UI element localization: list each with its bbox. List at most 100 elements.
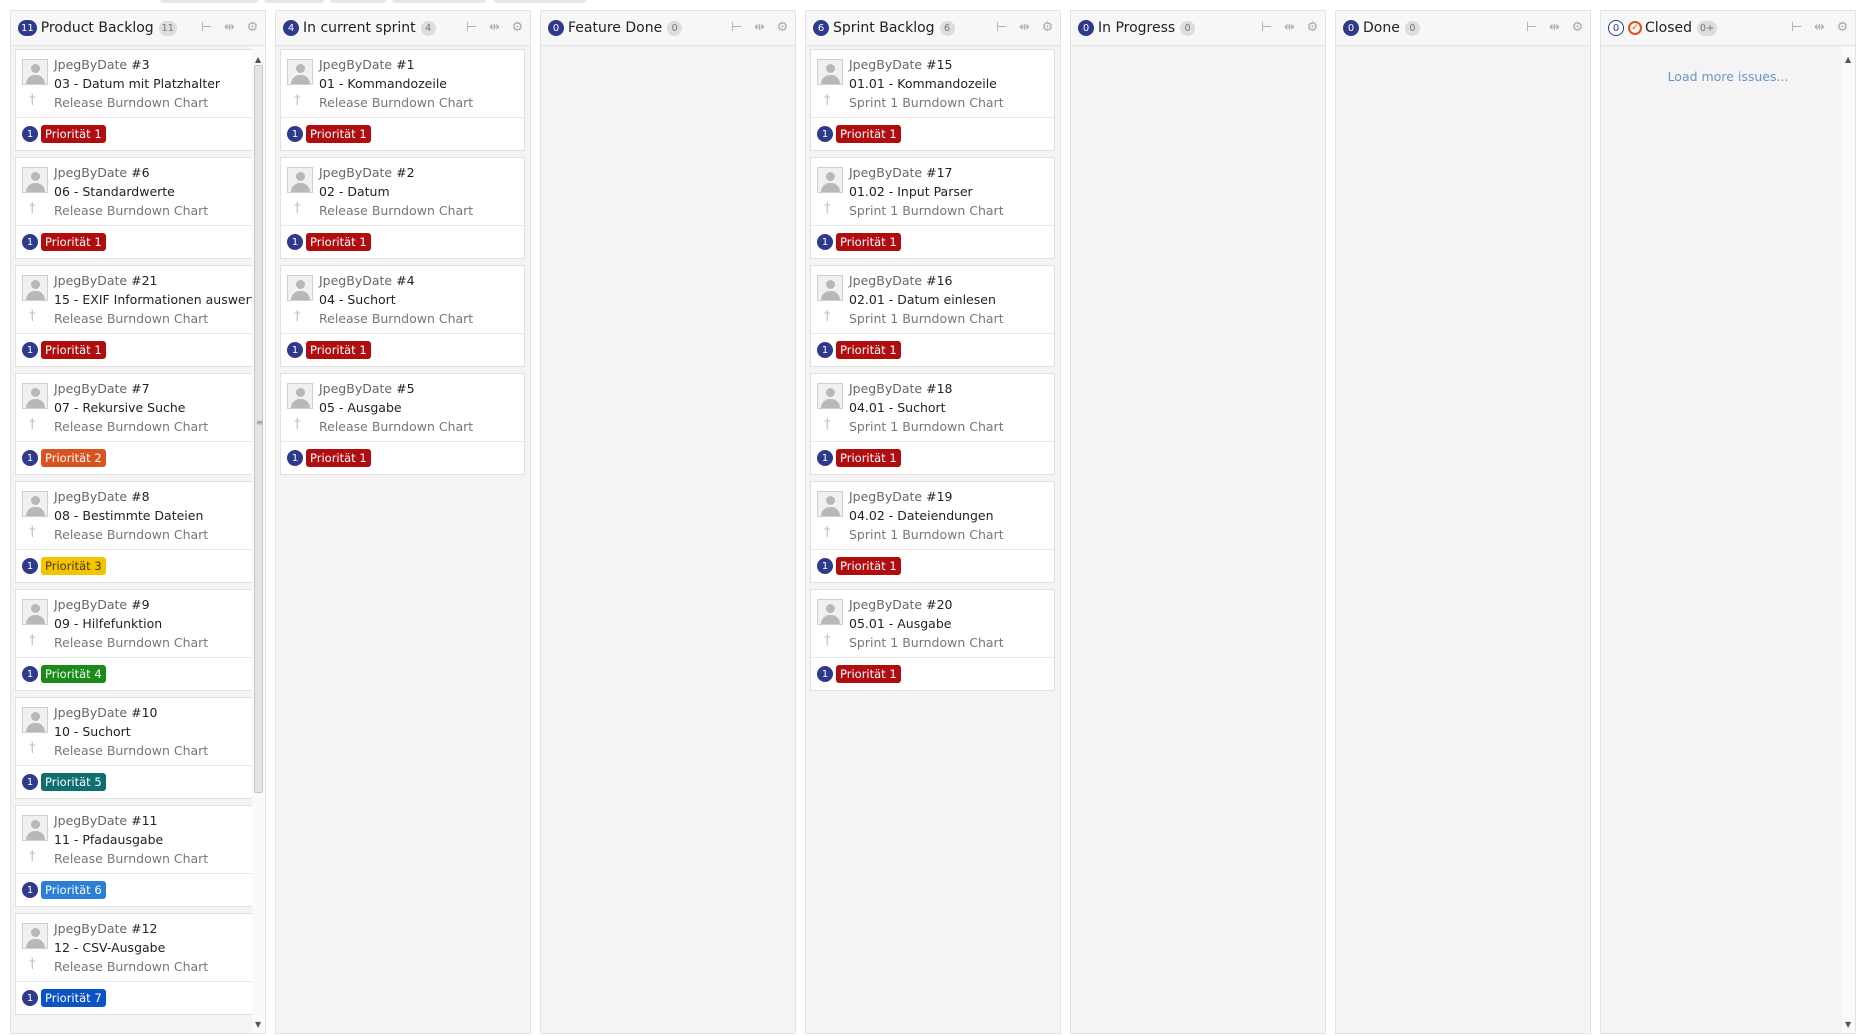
repo-name[interactable]: JpegByDate	[849, 273, 922, 288]
milestone[interactable]: Sprint 1 Burndown Chart	[849, 311, 1004, 326]
issue-card[interactable]: † JpegByDate #18 04.01 - Suchort Sprint 1 B…	[810, 373, 1055, 475]
issue-card[interactable]: † JpegByDate #3 03 - Datum mit Platzhalter…	[15, 49, 260, 151]
issue-card[interactable]: † JpegByDate #19 04.02 - Dateiendungen Spri…	[810, 481, 1055, 583]
issue-card[interactable]: † JpegByDate #4 04 - Suchort Release Burndo…	[280, 265, 525, 367]
issue-card[interactable]: † JpegByDate #12 12 - CSV-Ausgabe Release B…	[15, 913, 260, 1015]
milestone[interactable]: Release Burndown Chart	[319, 419, 473, 434]
priority-label[interactable]: Priorität 1	[306, 449, 371, 467]
issue-card[interactable]: † JpegByDate #9 09 - Hilfefunktion Release …	[15, 589, 260, 691]
issue-number[interactable]: #19	[926, 489, 952, 504]
issue-title[interactable]: 04.01 - Suchort	[849, 400, 946, 415]
milestone[interactable]: Release Burndown Chart	[54, 527, 208, 542]
milestone[interactable]: Release Burndown Chart	[54, 743, 208, 758]
issue-title[interactable]: 11 - Pfadausgabe	[54, 832, 163, 847]
expand-icon[interactable]: ⇹	[1018, 20, 1031, 35]
issue-title[interactable]: 01 - Kommandozeile	[319, 76, 447, 91]
collapse-icon[interactable]: ⊢	[730, 20, 743, 35]
issue-title[interactable]: 01.02 - Input Parser	[849, 184, 973, 199]
collapse-icon[interactable]: ⊢	[200, 20, 213, 35]
issue-title[interactable]: 15 - EXIF Informationen auswerten	[54, 292, 265, 307]
repo-name[interactable]: JpegByDate	[319, 273, 392, 288]
issue-card[interactable]: † JpegByDate #5 05 - Ausgabe Release Burndo…	[280, 373, 525, 475]
priority-label[interactable]: Priorität 2	[41, 449, 106, 467]
issue-number[interactable]: #1	[396, 57, 414, 72]
milestone[interactable]: Sprint 1 Burndown Chart	[849, 95, 1004, 110]
milestone[interactable]: Release Burndown Chart	[319, 95, 473, 110]
gear-icon[interactable]: ⚙	[1041, 20, 1054, 35]
issue-card[interactable]: † JpegByDate #16 02.01 - Datum einlesen Spr…	[810, 265, 1055, 367]
repo-name[interactable]: JpegByDate	[849, 165, 922, 180]
issue-title[interactable]: 06 - Standardwerte	[54, 184, 175, 199]
scroll-down-icon[interactable]: ▼	[255, 1020, 261, 1029]
milestone[interactable]: Sprint 1 Burndown Chart	[849, 527, 1004, 542]
repo-name[interactable]: JpegByDate	[54, 57, 127, 72]
repo-name[interactable]: JpegByDate	[849, 489, 922, 504]
expand-icon[interactable]: ⇹	[753, 20, 766, 35]
issue-number[interactable]: #17	[926, 165, 952, 180]
issue-card[interactable]: † JpegByDate #11 11 - Pfadausgabe Release B…	[15, 805, 260, 907]
collapse-icon[interactable]: ⊢	[1790, 20, 1803, 35]
scrollbar[interactable]: ▲ ▼	[1842, 47, 1855, 1033]
issue-title[interactable]: 10 - Suchort	[54, 724, 131, 739]
issue-card[interactable]: † JpegByDate #20 05.01 - Ausgabe Sprint 1 B…	[810, 589, 1055, 691]
priority-label[interactable]: Priorität 4	[41, 665, 106, 683]
issue-card[interactable]: † JpegByDate #15 01.01 - Kommandozeile Spri…	[810, 49, 1055, 151]
gear-icon[interactable]: ⚙	[776, 20, 789, 35]
issue-number[interactable]: #3	[131, 57, 149, 72]
collapse-icon[interactable]: ⊢	[1525, 20, 1538, 35]
issue-number[interactable]: #11	[131, 813, 157, 828]
priority-label[interactable]: Priorität 7	[41, 989, 106, 1007]
expand-icon[interactable]: ⇹	[223, 20, 236, 35]
repo-name[interactable]: JpegByDate	[54, 705, 127, 720]
priority-label[interactable]: Priorität 1	[836, 233, 901, 251]
collapse-icon[interactable]: ⊢	[1260, 20, 1273, 35]
priority-label[interactable]: Priorität 1	[41, 125, 106, 143]
issue-number[interactable]: #6	[131, 165, 149, 180]
priority-label[interactable]: Priorität 6	[41, 881, 106, 899]
issue-number[interactable]: #12	[131, 921, 157, 936]
repo-name[interactable]: JpegByDate	[319, 381, 392, 396]
issue-card[interactable]: † JpegByDate #21 15 - EXIF Informationen a…	[15, 265, 265, 367]
issue-title[interactable]: 04.02 - Dateiendungen	[849, 508, 994, 523]
issue-number[interactable]: #5	[396, 381, 414, 396]
priority-label[interactable]: Priorität 1	[306, 233, 371, 251]
column-header[interactable]: 0 In Progress 0 ⊢ ⇹ ⚙	[1071, 11, 1325, 46]
priority-label[interactable]: Priorität 1	[306, 341, 371, 359]
repo-name[interactable]: JpegByDate	[54, 273, 127, 288]
repo-name[interactable]: JpegByDate	[54, 921, 127, 936]
priority-label[interactable]: Priorität 1	[306, 125, 371, 143]
priority-label[interactable]: Priorität 1	[836, 557, 901, 575]
priority-label[interactable]: Priorität 5	[41, 773, 106, 791]
issue-card[interactable]: † JpegByDate #8 08 - Bestimmte Dateien Rele…	[15, 481, 260, 583]
gear-icon[interactable]: ⚙	[511, 20, 524, 35]
issue-title[interactable]: 07 - Rekursive Suche	[54, 400, 185, 415]
priority-label[interactable]: Priorität 1	[836, 341, 901, 359]
issue-number[interactable]: #8	[131, 489, 149, 504]
issue-number[interactable]: #10	[131, 705, 157, 720]
expand-icon[interactable]: ⇹	[488, 20, 501, 35]
issue-card[interactable]: † JpegByDate #6 06 - Standardwerte Release …	[15, 157, 260, 259]
issue-title[interactable]: 03 - Datum mit Platzhalter	[54, 76, 220, 91]
issue-card[interactable]: † JpegByDate #1 01 - Kommandozeile Release …	[280, 49, 525, 151]
repo-name[interactable]: JpegByDate	[54, 165, 127, 180]
column-header[interactable]: 0 Done 0 ⊢ ⇹ ⚙	[1336, 11, 1590, 46]
milestone[interactable]: Release Burndown Chart	[319, 311, 473, 326]
gear-icon[interactable]: ⚙	[1306, 20, 1319, 35]
priority-label[interactable]: Priorität 1	[836, 125, 901, 143]
issue-title[interactable]: 02 - Datum	[319, 184, 390, 199]
column-header[interactable]: 11 Product Backlog 11 ⊢ ⇹ ⚙	[11, 11, 265, 46]
priority-label[interactable]: Priorität 3	[41, 557, 106, 575]
milestone[interactable]: Release Burndown Chart	[54, 851, 208, 866]
load-more-link[interactable]: Load more issues...	[1601, 69, 1855, 84]
milestone[interactable]: Release Burndown Chart	[54, 635, 208, 650]
issue-title[interactable]: 02.01 - Datum einlesen	[849, 292, 996, 307]
priority-label[interactable]: Priorität 1	[41, 341, 106, 359]
issue-card[interactable]: † JpegByDate #17 01.02 - Input Parser Sprin…	[810, 157, 1055, 259]
column-header[interactable]: 6 Sprint Backlog 6 ⊢ ⇹ ⚙	[806, 11, 1060, 46]
milestone[interactable]: Sprint 1 Burndown Chart	[849, 419, 1004, 434]
scroll-up-icon[interactable]: ▲	[255, 55, 261, 64]
scroll-down-icon[interactable]: ▼	[1845, 1020, 1851, 1029]
expand-icon[interactable]: ⇹	[1283, 20, 1296, 35]
milestone[interactable]: Release Burndown Chart	[319, 203, 473, 218]
repo-name[interactable]: JpegByDate	[54, 381, 127, 396]
